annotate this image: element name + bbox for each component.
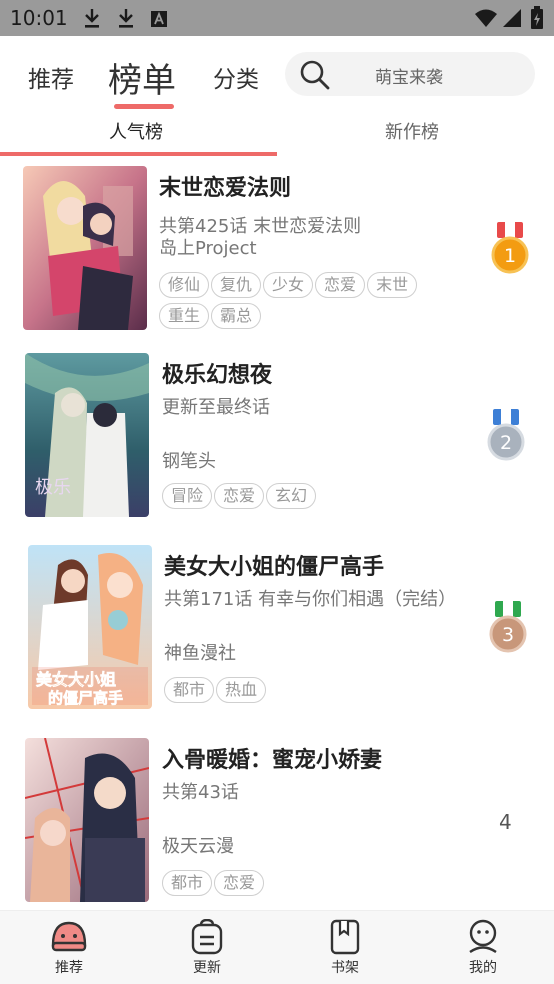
rank-number: 3 <box>502 624 514 646</box>
tag[interactable]: 复仇 <box>211 272 262 298</box>
tag[interactable]: 玄幻 <box>266 483 317 509</box>
tag[interactable]: 霸总 <box>211 303 262 329</box>
nav-profile[interactable]: 我的 <box>414 911 552 984</box>
comic-title[interactable]: 入骨暖婚：蜜宠小娇妻 <box>162 742 382 774</box>
svg-text:美女大小姐: 美女大小姐 <box>36 670 116 689</box>
font-icon <box>150 10 168 32</box>
comic-desc: 更新至最终话 <box>162 397 270 418</box>
bookshelf-icon <box>330 919 360 955</box>
tag[interactable]: 都市 <box>164 677 215 703</box>
tag[interactable]: 末世 <box>367 272 418 298</box>
cover-image[interactable]: 极乐 <box>25 353 149 517</box>
tag[interactable]: 冒险 <box>162 483 213 509</box>
tag[interactable]: 恋爱 <box>214 870 265 896</box>
download-icon <box>116 7 136 33</box>
comic-author: 极天云漫 <box>162 836 234 857</box>
cover-image[interactable] <box>23 166 147 330</box>
download-icon <box>82 7 102 33</box>
comic-author: 神鱼漫社 <box>164 643 236 664</box>
comic-author: 钢笔头 <box>162 451 216 472</box>
subtab-popular[interactable]: 人气榜 <box>109 118 163 144</box>
tag-list: 冒险 恋爱 玄幻 <box>162 483 462 514</box>
tab-category[interactable]: 分类 <box>213 60 259 94</box>
nav-bookshelf[interactable]: 书架 <box>276 911 414 984</box>
nav-update[interactable]: 更新 <box>138 911 276 984</box>
nav-label: 推荐 <box>55 960 83 976</box>
subtab-active-indicator <box>0 152 277 156</box>
signal-icon <box>502 8 522 32</box>
svg-text:的僵尸高手: 的僵尸高手 <box>48 689 123 707</box>
home-icon <box>51 921 87 952</box>
search-placeholder: 萌宝来袭 <box>375 68 443 88</box>
comic-desc: 共第171话 有幸与你们相遇（完结） <box>164 589 457 610</box>
list-item[interactable]: 入骨暖婚：蜜宠小娇妻 共第43话 极天云漫 都市 恋爱 4 <box>0 738 554 918</box>
nav-label: 更新 <box>193 960 221 976</box>
comic-title[interactable]: 末世恋爱法则 <box>159 170 291 202</box>
nav-recommend[interactable]: 推荐 <box>0 911 138 984</box>
list-item[interactable]: 美女大小姐 的僵尸高手 美女大小姐的僵尸高手 共第171话 有幸与你们相遇（完结… <box>0 545 554 725</box>
cover-image[interactable] <box>25 738 149 902</box>
tag-list: 都市 恋爱 <box>162 870 462 901</box>
wifi-icon <box>474 8 498 32</box>
tag-list: 修仙 复仇 少女 恋爱 末世重生 霸总 <box>159 272 459 334</box>
app-root: 10:01 推荐 榜单 分类 萌宝来袭 人气榜 新作榜 末世恋爱法则 共第425… <box>0 0 554 984</box>
silver-medal-icon: 2 <box>487 408 525 466</box>
subtab-new[interactable]: 新作榜 <box>385 118 439 144</box>
nav-label: 书架 <box>331 960 359 976</box>
tag[interactable]: 重生 <box>159 303 210 329</box>
rank-number: 4 <box>499 810 512 834</box>
update-icon <box>191 919 223 955</box>
tag[interactable]: 都市 <box>162 870 213 896</box>
list-item[interactable]: 极乐 极乐幻想夜 更新至最终话 钢笔头 冒险 恋爱 玄幻 2 <box>0 353 554 533</box>
tag[interactable]: 少女 <box>263 272 314 298</box>
profile-icon <box>469 919 497 954</box>
tag[interactable]: 热血 <box>216 677 267 703</box>
tag[interactable]: 恋爱 <box>315 272 366 298</box>
tab-recommend[interactable]: 推荐 <box>28 60 74 94</box>
nav-label: 我的 <box>469 960 497 976</box>
search-bar[interactable]: 萌宝来袭 <box>285 52 535 96</box>
status-time: 10:01 <box>10 6 68 30</box>
comic-desc: 共第43话 <box>162 782 239 803</box>
comic-title[interactable]: 美女大小姐的僵尸高手 <box>164 549 384 581</box>
status-bar: 10:01 <box>0 0 554 36</box>
bottom-nav: 推荐 更新 书架 我的 <box>0 910 554 984</box>
list-item[interactable]: 末世恋爱法则 共第425话 末世恋爱法则 岛上Project 修仙 复仇 少女 恋爱末… <box>0 166 554 346</box>
gold-medal-icon: 1 <box>491 221 529 279</box>
bronze-medal-icon: 3 <box>489 600 527 658</box>
tag[interactable]: 恋爱 <box>214 483 265 509</box>
tag-list: 都市 热血 <box>164 677 464 708</box>
cover-image[interactable]: 美女大小姐 的僵尸高手 <box>28 545 152 709</box>
svg-text:极乐: 极乐 <box>35 477 71 498</box>
tag[interactable]: 修仙 <box>159 272 210 298</box>
search-icon <box>299 59 331 95</box>
tab-active-indicator <box>114 104 174 109</box>
comic-author: 岛上Project <box>159 238 257 259</box>
comic-title[interactable]: 极乐幻想夜 <box>162 357 272 389</box>
tab-ranking[interactable]: 榜单 <box>108 53 176 102</box>
rank-number: 1 <box>504 245 516 267</box>
top-header: 推荐 榜单 分类 萌宝来袭 <box>0 36 554 114</box>
rank-number: 2 <box>500 432 512 454</box>
battery-icon <box>530 6 544 34</box>
